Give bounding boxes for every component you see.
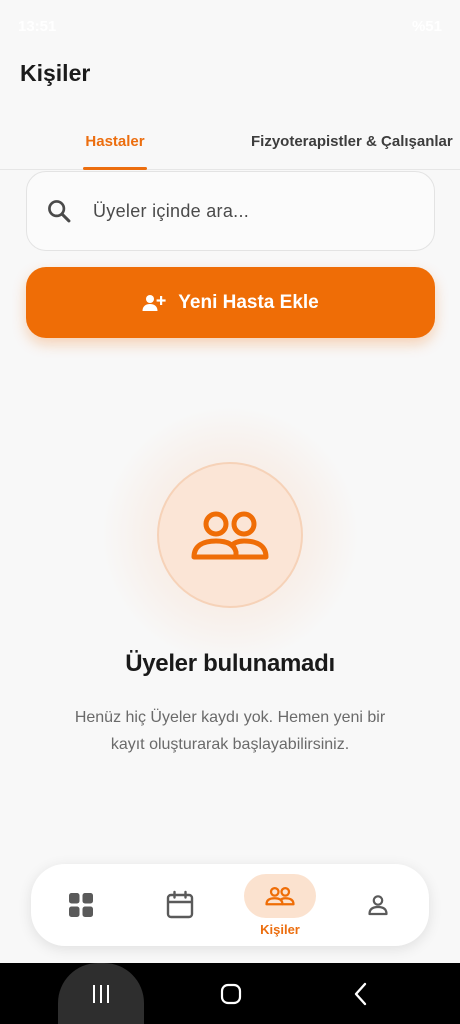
home-icon: [220, 983, 242, 1004]
status-bar: 13:51 %51: [0, 0, 460, 52]
person-add-icon: [142, 294, 166, 311]
nav-people-indicator: [244, 873, 316, 918]
search-input[interactable]: [93, 200, 393, 222]
nav-calendar[interactable]: [144, 872, 216, 938]
dashboard-icon: [69, 893, 93, 917]
nav-people-label: Kişiler: [260, 921, 300, 937]
tab-patients[interactable]: Hastaler: [58, 112, 172, 170]
battery-level: %51: [411, 17, 442, 35]
recents-icon: [93, 984, 109, 1003]
back-icon: [354, 982, 367, 1005]
calendar-icon: [166, 890, 194, 919]
nav-dashboard[interactable]: [45, 872, 117, 938]
tab-staff-label: Fizyoterapistler & Çalışanlar: [251, 132, 453, 150]
empty-state-title: Üyeler bulunamadı: [125, 650, 335, 677]
nav-people[interactable]: Kişiler: [244, 872, 316, 938]
tab-staff[interactable]: Fizyoterapistler & Çalışanlar: [240, 112, 460, 170]
bottom-navigation: Kişiler: [31, 864, 429, 946]
people-icon: [265, 886, 295, 905]
system-navigation-bar: [0, 963, 460, 1024]
people-icon: [191, 511, 269, 560]
add-patient-label: Yeni Hasta Ekle: [178, 291, 319, 313]
back-button[interactable]: [330, 963, 392, 1024]
add-patient-button[interactable]: Yeni Hasta Ekle: [26, 267, 435, 338]
profile-icon: [368, 895, 388, 916]
search-icon: [48, 200, 71, 223]
empty-state-description: Henüz hiç Üyeler kaydı yok. Hemen yeni b…: [74, 709, 386, 753]
home-button[interactable]: [200, 963, 262, 1024]
status-time: 13:51: [18, 17, 57, 35]
tab-patients-label: Hastaler: [85, 132, 145, 150]
recents-button[interactable]: [58, 963, 144, 1024]
nav-profile[interactable]: [342, 872, 414, 938]
empty-state-badge: [157, 462, 303, 608]
page-title: Kişiler: [20, 60, 91, 86]
tab-bar: Hastaler Fizyoterapistler & Çalışanlar: [0, 112, 460, 170]
search-bar[interactable]: [26, 171, 435, 251]
